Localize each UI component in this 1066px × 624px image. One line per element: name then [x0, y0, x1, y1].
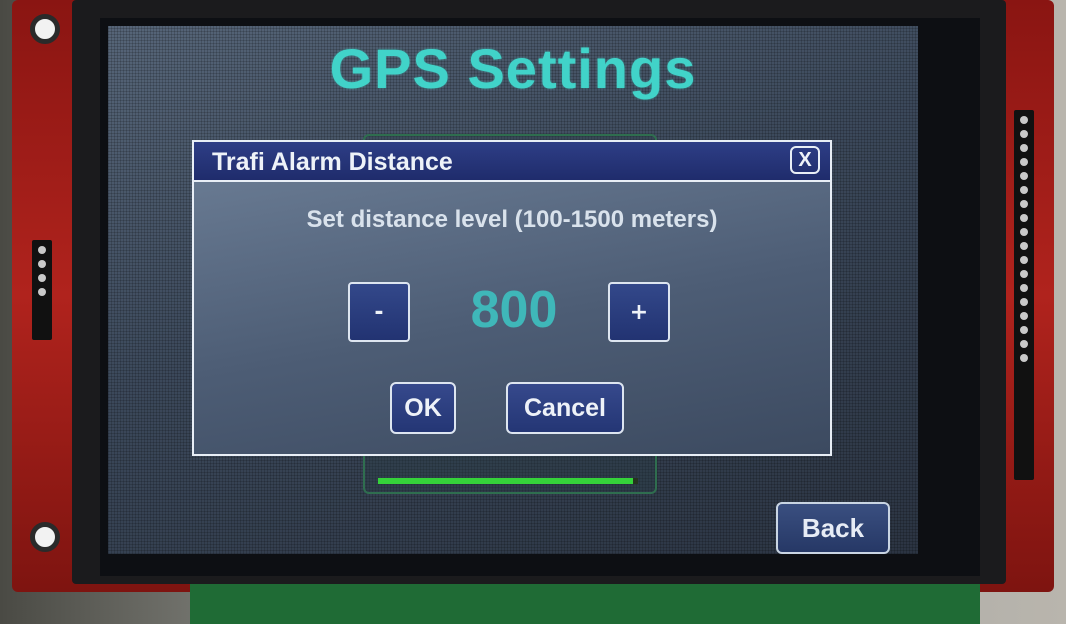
pin-header-right: [1014, 110, 1034, 480]
decrease-button[interactable]: -: [348, 282, 410, 342]
pin-header-left: [32, 240, 52, 340]
dialog-prompt: Set distance level (100-1500 meters): [306, 206, 718, 233]
page-title: GPS Settings: [329, 37, 697, 100]
distance-value: 800: [470, 281, 558, 339]
lcd-screen: GPS Settings Back Trafi Alarm Distance X…: [108, 26, 918, 554]
close-icon: X: [798, 148, 812, 171]
back-button[interactable]: Back: [776, 502, 890, 554]
progress-bar: [378, 478, 638, 484]
close-button[interactable]: X: [790, 146, 820, 174]
cancel-button[interactable]: Cancel: [506, 382, 624, 434]
increase-button[interactable]: +: [608, 282, 670, 342]
dialog-title: Trafi Alarm Distance: [212, 148, 453, 176]
mounting-hole: [30, 14, 60, 44]
ok-button[interactable]: OK: [390, 382, 456, 434]
dialog-titlebar: Trafi Alarm Distance X: [194, 142, 830, 182]
progress-bar-fill: [378, 478, 633, 484]
distance-dialog: Trafi Alarm Distance X Set distance leve…: [192, 140, 832, 456]
mounting-hole: [30, 522, 60, 552]
